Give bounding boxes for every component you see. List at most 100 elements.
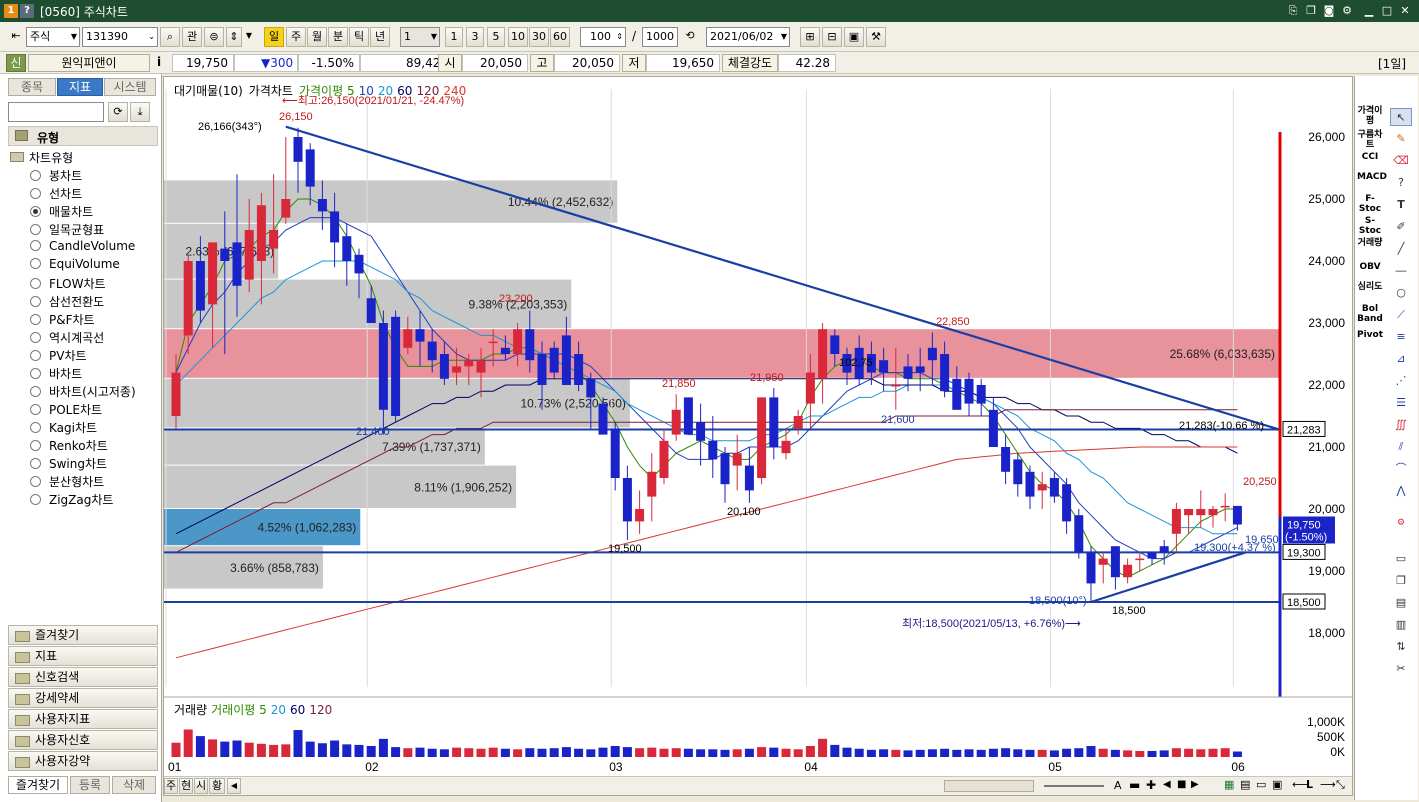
next-icon[interactable]: ▶: [1191, 779, 1199, 790]
radio-icon[interactable]: [30, 476, 41, 487]
radio-icon[interactable]: [30, 494, 41, 505]
indicator-10-button[interactable]: Pivot: [1357, 330, 1383, 340]
chart-type-8[interactable]: P&F차트: [30, 311, 95, 328]
max-count-input[interactable]: 1000: [642, 27, 678, 47]
forward-icon[interactable]: ⟶: [1320, 778, 1336, 791]
erase-all-tool-icon[interactable]: ⌫: [1390, 152, 1412, 170]
chart-type-9[interactable]: 역시계곡선: [30, 329, 104, 346]
arc-tool-icon[interactable]: ⌒: [1390, 460, 1412, 478]
tab-stock[interactable]: 종목: [8, 78, 56, 96]
fan-tool-icon[interactable]: ⋰: [1390, 372, 1412, 390]
radio-icon[interactable]: [30, 332, 41, 343]
period-day-button[interactable]: 일: [264, 27, 284, 47]
volume-legend-item-0[interactable]: 거래량: [174, 703, 207, 717]
register-button[interactable]: 등록: [70, 776, 110, 794]
indicator-2-button[interactable]: CCI: [1357, 152, 1383, 162]
accordion-2[interactable]: 신호검색: [8, 667, 158, 687]
radio-icon[interactable]: [30, 350, 41, 361]
period-minute-button[interactable]: 분: [328, 27, 348, 47]
text-tool-icon[interactable]: T: [1390, 196, 1412, 214]
trend-tool-icon[interactable]: ⟋: [1390, 306, 1412, 324]
accordion-3[interactable]: 강세약세: [8, 688, 158, 708]
help-badge[interactable]: ?: [20, 4, 34, 18]
pointer-tool-icon[interactable]: ↖: [1390, 108, 1412, 126]
chart-type-16[interactable]: Swing차트: [30, 455, 107, 472]
zigzag-tool-icon[interactable]: ⋀: [1390, 482, 1412, 500]
bottom-tab-status[interactable]: 황: [209, 778, 225, 794]
chart-type-4[interactable]: CandleVolume: [30, 239, 135, 253]
wrench-tool-icon[interactable]: ✂: [1390, 660, 1412, 678]
quick-60-button[interactable]: 60: [550, 27, 570, 47]
indicator-6-button[interactable]: 거래량: [1357, 238, 1383, 248]
stop-icon[interactable]: ■: [1177, 779, 1186, 790]
radio-icon[interactable]: [30, 258, 41, 269]
left-align-icon[interactable]: L: [1306, 778, 1313, 791]
quick-5-button[interactable]: 5: [487, 27, 505, 47]
indicator-4-button[interactable]: F-Stoc: [1357, 194, 1383, 214]
accordion-4[interactable]: 사용자지표: [8, 709, 158, 729]
radio-icon[interactable]: [30, 368, 41, 379]
maximize-icon[interactable]: □: [1380, 4, 1394, 18]
quick-10-button[interactable]: 10: [508, 27, 528, 47]
excel-icon[interactable]: ▦: [1224, 778, 1234, 791]
quick-30-button[interactable]: 30: [529, 27, 549, 47]
refresh-icon[interactable]: ⟲: [680, 27, 700, 47]
legend-item-3[interactable]: 10: [359, 84, 374, 98]
circle-tool-icon[interactable]: ○: [1390, 284, 1412, 302]
radio-icon[interactable]: [30, 404, 41, 415]
chart-type-3[interactable]: 일목균형표: [30, 221, 104, 238]
volume-legend-item-3[interactable]: 60: [290, 703, 305, 717]
chart-type-1[interactable]: 선차트: [30, 185, 82, 202]
gear-icon[interactable]: ⚙: [1340, 4, 1354, 18]
volume-legend-item-1[interactable]: 거래이평 5: [211, 703, 267, 717]
print-icon[interactable]: ▤: [1240, 778, 1250, 791]
period-week-button[interactable]: 주: [286, 27, 306, 47]
search-icon[interactable]: ⌕: [160, 27, 180, 47]
radio-icon[interactable]: [30, 170, 41, 181]
chart-type-5[interactable]: EquiVolume: [30, 257, 120, 271]
updown-icon[interactable]: ⇕: [226, 27, 242, 47]
fibo-tool-icon[interactable]: ☰: [1390, 394, 1412, 412]
minimize-icon[interactable]: ▁: [1362, 4, 1376, 18]
quick-1-button[interactable]: 1: [445, 27, 463, 47]
horizontal-scrollbar[interactable]: [944, 780, 1034, 792]
indicator-search-input[interactable]: [8, 102, 104, 122]
bottom-tab-current[interactable]: 현: [179, 778, 193, 794]
plus-icon[interactable]: ✚: [1146, 778, 1156, 792]
radio-icon[interactable]: [30, 440, 41, 451]
indicator-5-button[interactable]: S-Stoc: [1357, 216, 1383, 236]
period-tick-button[interactable]: 틱: [349, 27, 369, 47]
legend-item-4[interactable]: 20: [378, 84, 393, 98]
indicator-7-button[interactable]: OBV: [1357, 262, 1383, 272]
radio-icon[interactable]: [30, 206, 41, 217]
legend-item-2[interactable]: 가격이평 5: [299, 84, 355, 98]
auto-tool-icon[interactable]: ⚙: [1390, 514, 1412, 532]
window-tool-icon[interactable]: ▭: [1390, 550, 1412, 568]
chart-tool-icon[interactable]: ▥: [1390, 616, 1412, 634]
info-button[interactable]: i: [152, 54, 166, 72]
layout-icon[interactable]: ▣: [1272, 778, 1282, 791]
volume-legend[interactable]: 거래량 거래이평 5 20 60 120: [174, 701, 336, 718]
accordion-0[interactable]: 즐겨찾기: [8, 625, 158, 645]
save-icon[interactable]: ▣: [844, 27, 864, 47]
gwan-button[interactable]: 관: [182, 27, 202, 47]
volume-legend-item-2[interactable]: 20: [271, 703, 286, 717]
radio-icon[interactable]: [30, 278, 41, 289]
indicator-1-button[interactable]: 구름차트: [1357, 130, 1383, 150]
download-icon[interactable]: ⤓: [130, 102, 150, 122]
resize-icon[interactable]: ⤡: [1336, 778, 1345, 792]
legend-item-7[interactable]: 240: [443, 84, 466, 98]
bottom-tab-favorites[interactable]: 즐겨찾기: [8, 776, 68, 794]
legend-item-0[interactable]: 대기매물(10): [174, 84, 243, 98]
count-input[interactable]: 100 ⇕: [580, 27, 626, 47]
cycle-tool-icon[interactable]: ∭: [1390, 416, 1412, 434]
tab-system[interactable]: 시스템: [104, 78, 156, 96]
radio-icon[interactable]: [30, 240, 41, 251]
legend-item-1[interactable]: 가격차트: [249, 84, 293, 98]
chart-type-6[interactable]: FLOW차트: [30, 275, 106, 292]
link-icon[interactable]: ⎘: [1286, 4, 1300, 18]
chart-type-7[interactable]: 삼선전환도: [30, 293, 104, 310]
stock-code-input[interactable]: 131390 ⌄: [82, 27, 158, 47]
chart-type-12[interactable]: 바차트(시고저종): [30, 383, 136, 400]
help-tool-icon[interactable]: ?: [1390, 174, 1412, 192]
